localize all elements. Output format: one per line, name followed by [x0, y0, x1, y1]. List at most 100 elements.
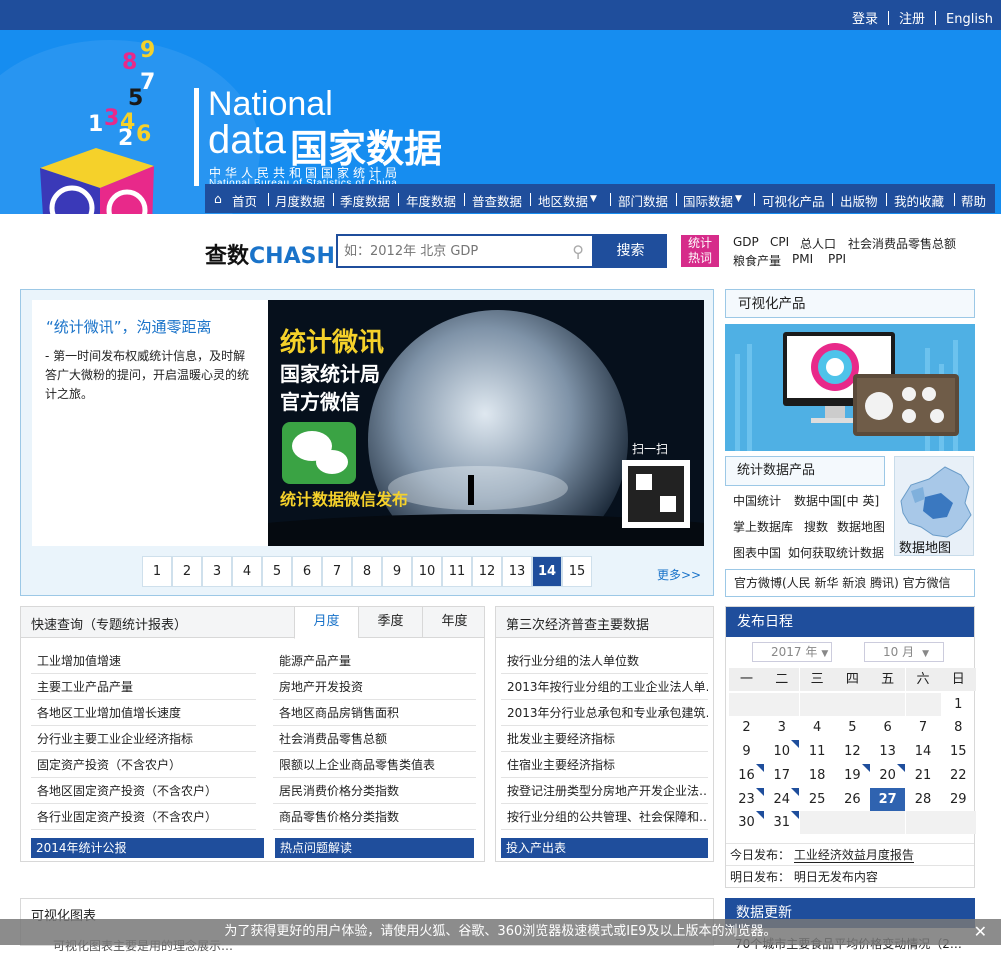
calendar-day[interactable]: 20 — [870, 763, 906, 787]
nav-visualization[interactable]: 可视化产品 — [762, 191, 825, 210]
quick-item[interactable]: 各地区固定资产投资（不含农户） — [31, 778, 256, 804]
calendar-day[interactable]: 30 — [729, 811, 764, 834]
calendar-day[interactable]: 1 — [941, 693, 976, 716]
nav-quarterly[interactable]: 季度数据 — [340, 191, 390, 210]
calendar-day[interactable]: 13 — [870, 740, 905, 763]
page-button-active[interactable]: 14 — [532, 556, 562, 587]
calendar-day[interactable]: 8 — [941, 716, 976, 739]
slide-title[interactable]: “统计微讯”，沟通零距离 — [46, 316, 268, 337]
calendar-day[interactable]: 16 — [729, 763, 764, 787]
chevron-down-icon[interactable]: ▼ — [590, 194, 597, 204]
calendar-day[interactable]: 2 — [729, 716, 764, 739]
quick-item[interactable]: 分行业主要工业企业经济指标 — [31, 726, 256, 752]
page-button[interactable]: 2 — [172, 556, 202, 587]
tab-monthly[interactable]: 月度 — [294, 607, 358, 639]
quick-item[interactable]: 工业增加值增速 — [31, 648, 256, 674]
calendar-day[interactable]: 12 — [835, 740, 870, 763]
calendar-day[interactable]: 7 — [906, 716, 941, 739]
quick-item[interactable]: 各行业固定资产投资（不含农户） — [31, 804, 256, 830]
year-select[interactable]: 2017 年 ▼ — [752, 642, 832, 662]
census-item[interactable]: 按行业分组的公共管理、社会保障和… — [501, 804, 708, 830]
page-button[interactable]: 3 — [202, 556, 232, 587]
calendar-day[interactable]: 6 — [870, 716, 905, 739]
login-link[interactable]: 登录 — [852, 12, 878, 27]
calendar-day[interactable]: 25 — [800, 788, 835, 811]
quick-item[interactable]: 各地区商品房销售面积 — [273, 700, 476, 726]
calendar-day[interactable]: 5 — [835, 716, 870, 739]
calendar-day[interactable]: 23 — [729, 787, 764, 811]
quick-item[interactable]: 能源产品产量 — [273, 648, 476, 674]
nav-department[interactable]: 部门数据 — [618, 191, 668, 210]
page-button[interactable]: 15 — [562, 556, 592, 587]
register-link[interactable]: 注册 — [899, 12, 925, 27]
stat-product-link[interactable]: 数据中国[中 英] — [794, 492, 879, 509]
quick-item[interactable]: 主要工业产品产量 — [31, 674, 256, 700]
page-button[interactable]: 11 — [442, 556, 472, 587]
hot-word[interactable]: 总人口 — [800, 235, 836, 252]
calendar-day[interactable]: 15 — [941, 740, 976, 763]
nav-publications[interactable]: 出版物 — [840, 191, 878, 210]
english-link[interactable]: English — [946, 12, 993, 27]
census-item[interactable]: 按行业分组的法人单位数 — [501, 648, 708, 674]
page-button[interactable]: 4 — [232, 556, 262, 587]
hot-word[interactable]: PPI — [828, 252, 846, 266]
page-button[interactable]: 9 — [382, 556, 412, 587]
calendar-day[interactable]: 18 — [800, 764, 835, 787]
nav-international[interactable]: 国际数据 — [683, 191, 733, 210]
quick-item[interactable]: 固定资产投资（不含农户） — [31, 752, 256, 778]
stat-product-link[interactable]: 掌上数据库 — [733, 518, 793, 535]
hot-word[interactable]: PMI — [792, 252, 813, 266]
stat-product-link[interactable]: 中国统计 — [733, 492, 781, 509]
calendar-day-today[interactable]: 27 — [870, 787, 906, 811]
calendar-day[interactable]: 31 — [764, 811, 800, 834]
page-button[interactable]: 8 — [352, 556, 382, 587]
page-button[interactable]: 12 — [472, 556, 502, 587]
nav-help[interactable]: 帮助 — [961, 191, 986, 210]
home-icon[interactable]: ⌂ — [214, 191, 222, 206]
calendar-day[interactable]: 28 — [906, 788, 941, 811]
calendar-day[interactable]: 14 — [906, 740, 941, 763]
nav-monthly[interactable]: 月度数据 — [275, 191, 325, 210]
stat-product-link[interactable]: 如何获取统计数据 — [788, 544, 884, 561]
data-map-thumbnail[interactable]: 数据地图 — [894, 456, 974, 556]
census-item[interactable]: 住宿业主要经济指标 — [501, 752, 708, 778]
nav-regional[interactable]: 地区数据 — [538, 191, 588, 210]
stat-product-link[interactable]: 搜数 — [804, 518, 828, 535]
search-icon[interactable]: ⚲ — [572, 242, 584, 261]
calendar-day[interactable]: 19 — [835, 763, 870, 787]
stat-product-link[interactable]: 图表中国 — [733, 544, 781, 561]
quick-item[interactable]: 居民消费价格分类指数 — [273, 778, 476, 804]
calendar-day[interactable]: 22 — [941, 764, 976, 787]
tab-quarterly[interactable]: 季度 — [358, 607, 422, 638]
hot-word[interactable]: GDP — [733, 235, 759, 249]
hot-word[interactable]: 社会消费品零售总额 — [848, 235, 956, 252]
more-link[interactable]: 更多>> — [657, 566, 701, 583]
calendar-day[interactable]: 11 — [800, 740, 835, 763]
month-select[interactable]: 10 月 ▼ — [864, 642, 944, 662]
nav-census[interactable]: 普查数据 — [472, 191, 522, 210]
calendar-day[interactable]: 4 — [800, 716, 835, 739]
quick-item[interactable]: 商品零售价格分类指数 — [273, 804, 476, 830]
bulletin-2014-link[interactable]: 2014年统计公报 — [31, 838, 264, 858]
quick-item[interactable]: 限额以上企业商品零售类值表 — [273, 752, 476, 778]
calendar-day[interactable]: 9 — [729, 740, 764, 763]
slide-image[interactable]: 统计微讯 国家统计局 官方微信 统计数据微信发布 扫一扫 — [268, 300, 704, 546]
quick-item[interactable]: 社会消费品零售总额 — [273, 726, 476, 752]
hot-word[interactable]: 粮食产量 — [733, 252, 781, 269]
calendar-day[interactable]: 29 — [941, 788, 976, 811]
nav-yearly[interactable]: 年度数据 — [406, 191, 456, 210]
calendar-day[interactable]: 10 — [764, 740, 800, 763]
census-item[interactable]: 2013年分行业总承包和专业承包建筑… — [501, 700, 708, 726]
page-button[interactable]: 5 — [262, 556, 292, 587]
census-item[interactable]: 2013年按行业分组的工业企业法人单… — [501, 674, 708, 700]
close-icon[interactable]: ✕ — [974, 919, 987, 945]
viz-product-image[interactable] — [725, 324, 975, 451]
search-input[interactable] — [338, 236, 558, 266]
page-button[interactable]: 13 — [502, 556, 532, 587]
chevron-down-icon[interactable]: ▼ — [735, 194, 742, 204]
calendar-day[interactable]: 3 — [764, 716, 799, 739]
search-button[interactable]: 搜索 — [594, 234, 667, 268]
hot-issues-link[interactable]: 热点问题解读 — [275, 838, 474, 858]
nav-home[interactable]: 首页 — [232, 191, 257, 210]
calendar-day[interactable]: 17 — [764, 764, 799, 787]
